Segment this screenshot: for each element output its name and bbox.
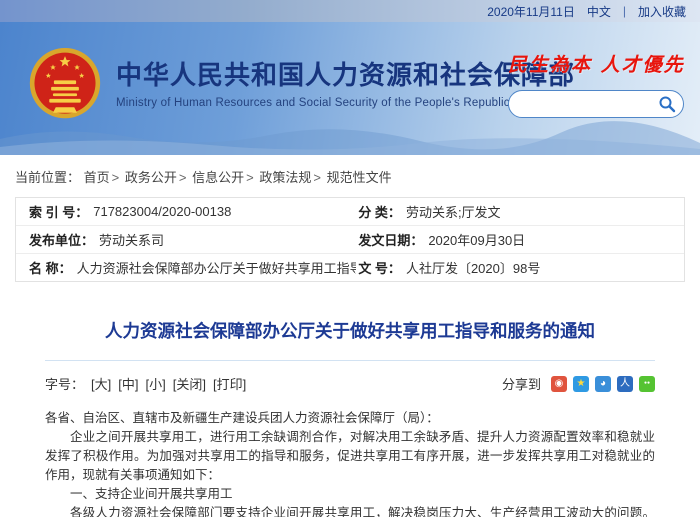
meta-issue-date: 发文日期： 2020年09月30日 [356,230,684,249]
article-controls: 字号： [大] [中] [小] [关闭] [打印] 分享到 ◉ ★ ◕ 人 ●● [45,374,655,393]
search-box [508,90,684,118]
mountain-silhouette [0,121,700,155]
close-button[interactable]: [关闭] [173,374,206,393]
meta-value: 717823004/2020-00138 [93,204,232,219]
table-row: 索 引 号： 717823004/2020-00138 分 类： 劳动关系;厅发… [16,198,684,226]
table-row: 发布单位： 劳动关系司 发文日期： 2020年09月30日 [16,226,684,254]
sina-weibo-icon[interactable]: ◉ [551,375,567,392]
section-one-paragraph: 各级人力资源社会保障部门要支持企业间开展共享用工，解决稳岗压力大、生产经营用工波… [70,506,655,517]
breadcrumb-item-home[interactable]: 首页 [84,170,110,185]
slogan-calligraphy: 民生為本 人才優先 [508,54,685,76]
breadcrumb-item-gov-affairs[interactable]: 政务公开 [125,170,177,185]
meta-index-number: 索 引 号： 717823004/2020-00138 [16,202,356,221]
topbar-divider: | [622,4,626,18]
meta-label: 名 称： [29,261,72,276]
document-meta-table: 索 引 号： 717823004/2020-00138 分 类： 劳动关系;厅发… [15,197,685,282]
banner-right: 民生為本 人才優先 [508,50,684,118]
meta-label: 发布单位： [29,233,95,248]
meta-doc-name: 名 称： 人力资源社会保障部办公厅关于做好共享用工指导和服务的通知 [16,258,356,277]
breadcrumb: 当前位置： 首页 > 政务公开 > 信息公开 > 政策法规 > 规范性文件 [0,155,700,192]
intro-paragraph: 企业之间开展共享用工，进行用工余缺调剂合作，对解决用工余缺矛盾、提升人力资源配置… [45,430,655,482]
search-input[interactable] [521,93,680,115]
meta-label: 发文日期： [358,233,424,248]
breadcrumb-separator: > [246,170,254,185]
ministry-title-cn: 中华人民共和国人力资源和社会保障部 [116,60,576,91]
font-size-large-button[interactable]: [大] [91,374,111,393]
ministry-titles: 中华人民共和国人力资源和社会保障部 Ministry of Human Reso… [116,61,575,109]
meta-value: 2020年09月30日 [428,233,526,248]
site-banner: 中华人民共和国人力资源和社会保障部 Ministry of Human Reso… [0,22,700,155]
breadcrumb-separator: > [111,170,120,185]
current-date: 2020年11月11日 [487,4,575,19]
ministry-title-en: Ministry of Human Resources and Social S… [116,96,558,109]
meta-doc-number: 文 号： 人社厅发〔2020〕98号 [356,258,684,277]
ministry-brand[interactable]: 中华人民共和国人力资源和社会保障部 Ministry of Human Reso… [28,46,575,124]
article: 人力资源社会保障部办公厅关于做好共享用工指导和服务的通知 字号： [大] [中]… [0,318,700,517]
title-divider [45,360,655,361]
search-icon[interactable] [658,95,676,113]
table-row: 名 称： 人力资源社会保障部办公厅关于做好共享用工指导和服务的通知 文 号： 人… [16,254,684,281]
qzone-icon[interactable]: ★ [573,375,589,392]
tencent-weibo-icon[interactable]: ◕ [595,375,611,392]
breadcrumb-item-info-disclosure[interactable]: 信息公开 [192,170,244,185]
font-size-small-button[interactable]: [小] [145,374,165,393]
breadcrumb-item-normative-docs[interactable]: 规范性文件 [327,170,392,185]
salutation-paragraph: 各省、自治区、直辖市及新疆生产建设兵团人力资源社会保障厅（局）： [45,411,439,425]
top-utility-bar: 2020年11月11日 中文 | 加入收藏 [0,0,700,22]
china-national-emblem-icon [29,48,101,119]
share-label: 分享到 [501,377,541,392]
meta-label: 索 引 号： [29,205,89,220]
breadcrumb-label: 当前位置： [15,170,81,185]
meta-category: 分 类： 劳动关系;厅发文 [356,202,684,221]
meta-label: 分 类： [358,205,401,220]
breadcrumb-item-policies[interactable]: 政策法规 [259,170,311,185]
font-size-controls: 字号： [大] [中] [小] [关闭] [打印] [45,374,246,393]
share-bar: 分享到 ◉ ★ ◕ 人 ●● [502,374,655,393]
font-size-medium-button[interactable]: [中] [118,374,138,393]
font-size-label: 字号： [45,377,85,392]
language-link[interactable]: 中文 [587,3,611,20]
meta-value: 人社厅发〔2020〕98号 [405,261,541,276]
add-favorite-link[interactable]: 加入收藏 [638,3,686,20]
breadcrumb-separator: > [178,170,187,185]
page: 2020年11月11日 中文 | 加入收藏 中华人民共和国人力资源和社会保障部 … [0,0,700,517]
article-body: 各省、自治区、直辖市及新疆生产建设兵团人力资源社会保障厅（局）： 企业之间开展共… [45,409,655,517]
section-one-heading: 一、支持企业间开展共享用工 [70,487,233,501]
meta-issuing-unit: 发布单位： 劳动关系司 [16,230,356,249]
meta-value: 人力资源社会保障部办公厅关于做好共享用工指导和服务的通知 [76,261,357,276]
renren-icon[interactable]: 人 [617,375,633,392]
page-title: 人力资源社会保障部办公厅关于做好共享用工指导和服务的通知 [105,321,595,341]
breadcrumb-separator: > [313,170,321,185]
meta-value: 劳动关系司 [99,233,165,248]
wechat-icon[interactable]: ●● [639,375,655,392]
print-button[interactable]: [打印] [213,374,246,393]
meta-label: 文 号： [358,261,401,276]
meta-value: 劳动关系;厅发文 [405,205,501,220]
